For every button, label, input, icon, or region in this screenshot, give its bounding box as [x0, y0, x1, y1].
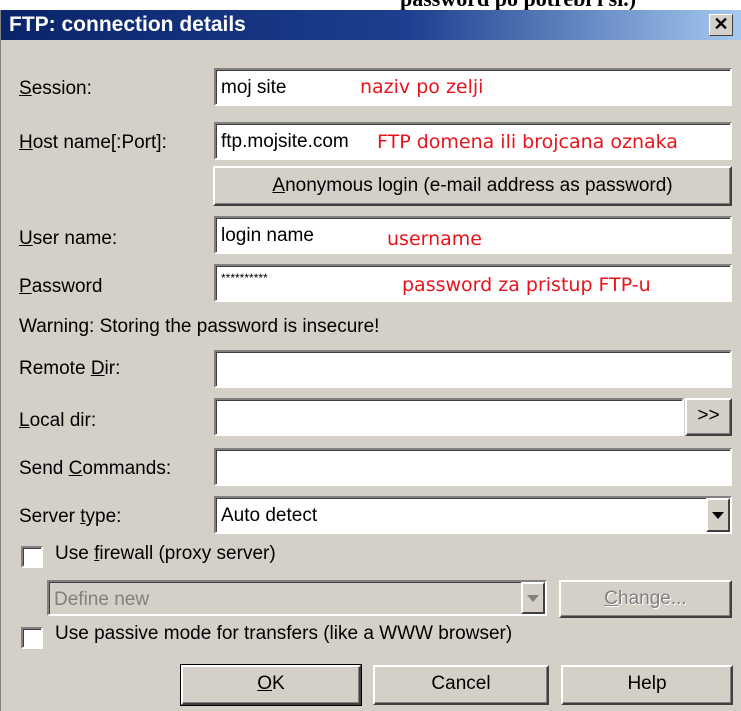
password-annotation: password za pristup FTP-u [402, 274, 651, 296]
password-warning: Warning: Storing the password is insecur… [19, 316, 380, 337]
server-type-value: Auto detect [221, 505, 318, 526]
top-caption-strip: password po potrebi i sl.) [0, 0, 741, 10]
remote-dir-label: Remote Dir: [19, 358, 121, 379]
firewall-proxy-value: Define new [54, 589, 150, 610]
host-annotation: FTP domena ili brojcana oznaka [377, 131, 678, 153]
send-commands-input[interactable] [214, 448, 732, 486]
help-button[interactable]: Help [561, 665, 733, 705]
send-commands-label: Send Commands: [19, 458, 172, 479]
user-name-value: login name [221, 225, 314, 246]
server-type-select[interactable]: Auto detect [214, 496, 732, 534]
ok-button[interactable]: OK [180, 664, 362, 706]
host-value: ftp.mojsite.com [221, 131, 349, 152]
local-dir-label: Local dir: [19, 410, 97, 431]
close-icon: ✕ [713, 14, 729, 34]
session-label: Session: [19, 78, 92, 99]
dialog-title: FTP: connection details [9, 13, 246, 36]
passive-mode-label[interactable]: Use passive mode for transfers (like a W… [55, 623, 512, 645]
host-label: Host name[:Port]: [19, 132, 167, 153]
password-label: Password [19, 276, 103, 297]
user-name-label: User name: [19, 228, 118, 249]
use-firewall-checkbox[interactable] [21, 546, 43, 568]
session-value: moj site [221, 77, 287, 98]
cancel-button[interactable]: Cancel [373, 665, 549, 705]
local-dir-input[interactable] [214, 398, 684, 436]
use-firewall-label[interactable]: Use firewall (proxy server) [55, 543, 276, 565]
passive-mode-checkbox[interactable] [21, 627, 43, 649]
firewall-proxy-select: Define new [47, 580, 547, 616]
anonymous-login-button[interactable]: Anonymous login (e-mail address as passw… [213, 166, 732, 206]
close-button[interactable]: ✕ [709, 14, 733, 36]
chevron-down-icon [521, 582, 545, 614]
change-button: Change... [559, 580, 732, 618]
ftp-connection-dialog: FTP: connection details ✕ Session: moj s… [0, 10, 741, 711]
remote-dir-input[interactable] [214, 350, 732, 388]
top-caption: password po potrebi i sl.) [400, 0, 636, 10]
chevron-down-icon[interactable] [706, 498, 730, 532]
user-name-annotation: username [387, 228, 482, 250]
session-annotation: naziv po zelji [360, 76, 484, 98]
title-bar[interactable]: FTP: connection details ✕ [1, 10, 741, 40]
password-value: ********** [221, 271, 268, 285]
server-type-label: Server type: [19, 506, 122, 527]
local-dir-browse-button[interactable]: >> [685, 398, 732, 436]
